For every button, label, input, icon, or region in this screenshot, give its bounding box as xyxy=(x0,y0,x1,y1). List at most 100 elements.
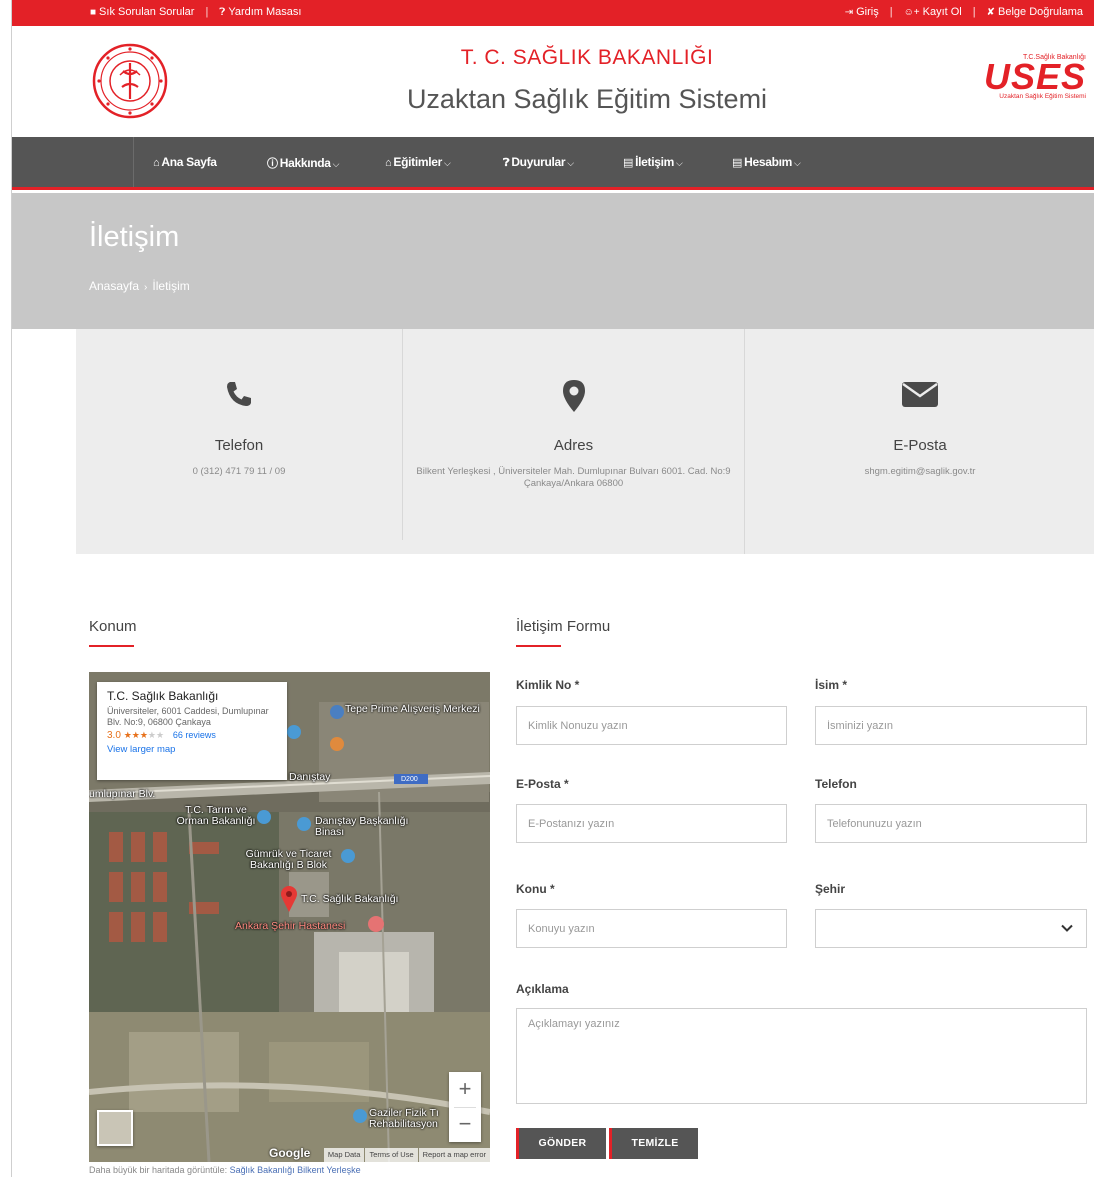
map-rating: 3.0 ★★★★★ 66 reviews xyxy=(107,730,277,741)
address-value: Bilkent Yerleşkesi , Üniversiteler Mah. … xyxy=(416,466,731,489)
map-note-prefix: Daha büyük bir haritada görüntüle: xyxy=(89,1165,228,1175)
uses-logo-main: USES xyxy=(983,56,1086,97)
phone-label: Telefon xyxy=(214,437,264,454)
reset-button[interactable]: TEMİZLE xyxy=(609,1128,698,1159)
map-info-window: T.C. Sağlık Bakanlığı Üniversiteler, 600… xyxy=(97,682,287,780)
form-title-underline xyxy=(516,645,561,647)
map-label-gumruk: Gümrük ve Ticaret Bakanlığı B Blok xyxy=(245,848,332,871)
map-footer: Map Data Terms of Use Report a map error xyxy=(323,1148,490,1162)
map-label-sehir-hastanesi: Ankara Şehir Hastanesi xyxy=(235,920,346,932)
nav-label: Duyurular xyxy=(511,155,566,169)
login-link[interactable]: ⇥ Giriş xyxy=(845,6,879,18)
email-value[interactable]: shgm.egitim@saglik.gov.tr xyxy=(745,466,1094,478)
google-logo: Google xyxy=(269,1146,311,1160)
page-title: İletişim xyxy=(89,221,180,253)
topbar-separator: | xyxy=(972,6,976,18)
uses-logo-sub: Uzaktan Sağlık Eğitim Sistemi xyxy=(999,93,1086,100)
ministry-seal-logo[interactable] xyxy=(92,43,168,119)
map-label-danistay: Danıştay xyxy=(289,771,331,783)
konu-input[interactable] xyxy=(516,909,787,948)
sehir-select[interactable] xyxy=(815,909,1087,948)
page: ■ Sık Sorulan Sorular | ❓︎ Yardım Masası ⇥… xyxy=(11,0,1094,1177)
map-terms-link[interactable]: Terms of Use xyxy=(365,1148,418,1162)
helpdesk-link[interactable]: ❓︎ Yardım Masası xyxy=(219,6,301,18)
phone-card: Telefon 0 (312) 471 79 11 / 09 xyxy=(76,329,402,554)
phone-icon xyxy=(76,379,402,409)
verify-label: Belge Doğrulama xyxy=(998,6,1083,18)
ministry-name: T. C. SAĞLIK BAKANLIĞI xyxy=(460,46,714,69)
uses-logo[interactable]: T.C.Sağlık Bakanlığı USES Uzaktan Sağlık… xyxy=(962,54,1086,106)
map-reviews-link[interactable]: 66 reviews xyxy=(173,730,216,740)
main-nav: ⌂ Ana Sayfa ⓘ Hakkında ⌵ ⌂ Eğitimler ⌵ ❓︎ Duyu… xyxy=(12,137,1094,190)
map-data-link[interactable]: Map Data xyxy=(323,1148,365,1162)
chevron-down-icon: ⌵ xyxy=(332,159,340,169)
form-title: İletişim Formu xyxy=(516,618,611,635)
system-name: Uzaktan Sağlık Eğitim Sistemi xyxy=(406,84,768,114)
telefon-input[interactable] xyxy=(815,804,1087,843)
briefcase-icon: ■ xyxy=(90,7,97,18)
map-layer-toggle[interactable] xyxy=(97,1110,133,1146)
zoom-divider xyxy=(454,1107,476,1108)
page-title-banner: İletişim Anasayfa › İletişim xyxy=(12,193,1094,329)
isim-input[interactable] xyxy=(815,706,1087,745)
map-place-address: Üniversiteler, 6001 Caddesi, Dumlupınar … xyxy=(107,706,269,727)
info-icon: ⓘ xyxy=(267,158,278,170)
topbar-separator: | xyxy=(889,6,893,18)
isim-label: İsim * xyxy=(815,678,848,692)
map-label-road: D200 xyxy=(401,776,418,783)
nav-label: Hakkında xyxy=(279,156,331,170)
register-link[interactable]: ☺+ Kayıt Ol xyxy=(904,6,962,18)
user-plus-icon: ☺+ xyxy=(903,7,920,18)
nav-label: İletişim xyxy=(635,155,675,169)
aciklama-textarea[interactable] xyxy=(516,1008,1087,1104)
chevron-down-icon: ⌵ xyxy=(794,158,801,168)
phone-value: 0 (312) 471 79 11 / 09 xyxy=(192,466,286,477)
nav-item-about[interactable]: ⓘ Hakkında ⌵ xyxy=(267,155,339,171)
nav-item-trainings[interactable]: ⌂ Eğitimler ⌵ xyxy=(385,155,451,169)
map-rating-value: 3.0 xyxy=(107,730,121,741)
breadcrumb-home[interactable]: Anasayfa xyxy=(89,279,139,293)
kimlik-input[interactable] xyxy=(516,706,787,745)
email-card: E-Posta shgm.egitim@saglik.gov.tr xyxy=(745,329,1094,554)
nav-item-home[interactable]: ⌂ Ana Sayfa xyxy=(153,155,217,169)
address-card: Adres Bilkent Yerleşkesi , Üniversiteler… xyxy=(403,329,744,554)
zoom-out-button[interactable]: − xyxy=(449,1107,481,1142)
zoom-in-button[interactable]: + xyxy=(449,1072,481,1107)
nav-label: Eğitimler xyxy=(393,155,443,169)
location-title: Konum xyxy=(89,618,137,635)
submit-button[interactable]: GÖNDER xyxy=(516,1128,606,1159)
question-icon: ❓︎ xyxy=(503,157,510,169)
nav-item-account[interactable]: ▤ Hesabım ⌵ xyxy=(732,155,801,169)
nav-item-contact[interactable]: ▤ İletişim ⌵ xyxy=(623,155,683,169)
address-label: Adres xyxy=(553,437,594,454)
chevron-down-icon xyxy=(1061,924,1073,932)
contact-info-panel: Telefon 0 (312) 471 79 11 / 09 Adres Bil… xyxy=(76,329,1094,554)
certificate-icon: ✘ xyxy=(986,7,995,18)
map-place-name: T.C. Sağlık Bakanlığı xyxy=(107,689,219,703)
map-label-dumlupinar: umlupınar Blv. xyxy=(89,788,156,800)
site-header: T. C. SAĞLIK BAKANLIĞI Uzaktan Sağlık Eğ… xyxy=(12,26,1094,137)
helpdesk-label: Yardım Masası xyxy=(228,6,302,18)
map-label-tarim: T.C. Tarım ve Orman Bakanlığı xyxy=(176,804,256,827)
question-circle-icon: ❓︎ xyxy=(219,7,226,18)
chevron-right-icon: › xyxy=(144,282,148,293)
sign-in-icon: ⇥ xyxy=(844,7,854,18)
nav-divider xyxy=(133,137,134,187)
verify-link[interactable]: ✘ Belge Doğrulama xyxy=(987,6,1083,18)
nav-label: Hesabım xyxy=(744,155,793,169)
map-label-tepe-prime: Tepe Prime Alışveriş Merkezi xyxy=(345,703,480,715)
breadcrumb: Anasayfa › İletişim xyxy=(89,279,190,293)
map-marker-icon xyxy=(403,379,744,413)
email-label: E-Posta xyxy=(893,437,947,454)
map-note-link[interactable]: Sağlık Bakanlığı Bilkent Yerleşke xyxy=(230,1165,361,1175)
view-larger-map-link[interactable]: View larger map xyxy=(107,744,277,755)
faq-link[interactable]: ■ Sık Sorulan Sorular xyxy=(90,6,194,18)
eposta-input[interactable] xyxy=(516,804,787,843)
kimlik-label: Kimlik No * xyxy=(516,678,580,692)
google-map[interactable]: Tepe Prime Alışveriş Merkezi Danıştay D2… xyxy=(89,672,490,1162)
aciklama-label: Açıklama xyxy=(516,982,569,996)
map-report-link[interactable]: Report a map error xyxy=(418,1148,490,1162)
nav-label: Ana Sayfa xyxy=(161,155,217,169)
chevron-down-icon: ⌵ xyxy=(676,158,683,168)
nav-item-announcements[interactable]: ❓︎ Duyurular ⌵ xyxy=(503,155,574,170)
